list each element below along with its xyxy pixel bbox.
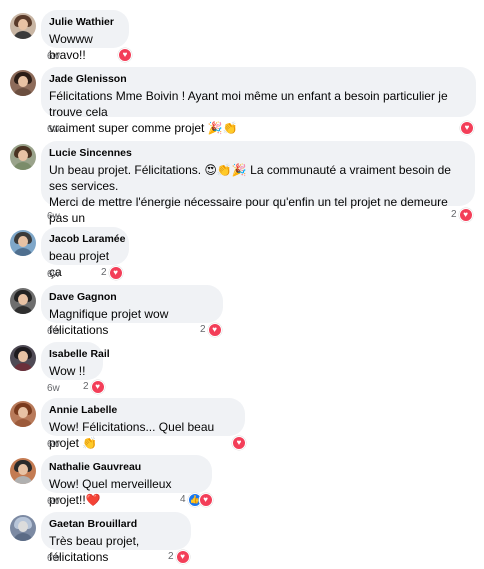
reaction-summary[interactable]: 2 ♥: [200, 323, 222, 337]
comment-text: Magnifique projet wow félicitations: [49, 307, 169, 337]
comment-time[interactable]: 6w: [47, 51, 60, 63]
reaction-summary[interactable]: 2 ♥: [83, 380, 105, 394]
heart-reaction-icon: ♥: [118, 48, 132, 62]
comment-item: Isabelle Rail Wow !! 6w 2 ♥: [0, 342, 484, 397]
comment-bubble: Annie Labelle Wow! Félicitations... Quel…: [41, 398, 245, 450]
avatar[interactable]: [10, 70, 36, 96]
reaction-summary[interactable]: 2 ♥: [168, 550, 190, 564]
avatar[interactable]: [10, 230, 36, 256]
reaction-summary[interactable]: 4 👍 ♥: [180, 493, 213, 507]
comment-item: Jacob Laramée beau projet ça 6w 2 ♥: [0, 227, 484, 282]
comment-item: Jade Glenisson Félicitations Mme Boivin …: [0, 67, 484, 137]
comment-bubble: Lucie Sincennes Un beau projet. Félicita…: [41, 141, 475, 241]
reaction-summary[interactable]: 2 ♥: [451, 208, 473, 222]
comment-author[interactable]: Jacob Laramée: [49, 233, 125, 246]
heart-reaction-icon: ♥: [175, 550, 190, 564]
reaction-count: 2: [101, 267, 107, 278]
heart-reaction-icon: ♥: [198, 493, 213, 507]
comment-author[interactable]: Annie Labelle: [49, 404, 235, 417]
comment-item: Annie Labelle Wow! Félicitations... Quel…: [0, 398, 484, 453]
heart-reaction-icon: ♥: [460, 121, 474, 135]
reaction-summary[interactable]: 2 ♥: [101, 266, 123, 280]
comment-author[interactable]: Isabelle Rail: [49, 348, 110, 361]
comment-time[interactable]: 6w: [47, 211, 60, 223]
comment-item: Lucie Sincennes Un beau projet. Félicita…: [0, 141, 484, 241]
reaction-count: 2: [451, 209, 457, 220]
comment-bubble: Dave Gagnon Magnifique projet wow félici…: [41, 285, 223, 337]
comment-time[interactable]: 6w: [47, 439, 60, 451]
comment-bubble: Gaetan Brouillard Très beau projet, féli…: [41, 512, 191, 564]
comment-time[interactable]: 6w: [47, 269, 60, 281]
avatar[interactable]: [10, 288, 36, 314]
comment-author[interactable]: Jade Glenisson: [49, 73, 466, 86]
comment-item: Julie Wathier Wowww bravo!! 6w ♥: [0, 10, 484, 65]
comment-author[interactable]: Julie Wathier: [49, 16, 119, 29]
comment-time[interactable]: 6w: [47, 496, 60, 508]
comment-item: Nathalie Gauvreau Wow! Quel merveilleux …: [0, 455, 484, 510]
comment-bubble: Jacob Laramée beau projet ça: [41, 227, 129, 279]
avatar[interactable]: [10, 345, 36, 371]
comment-bubble: Isabelle Rail Wow !!: [41, 342, 110, 380]
avatar[interactable]: [10, 401, 36, 427]
avatar[interactable]: [10, 515, 36, 541]
comment-author[interactable]: Nathalie Gauvreau: [49, 461, 202, 474]
heart-reaction-icon: ♥: [207, 323, 222, 337]
reaction-summary[interactable]: ♥: [118, 48, 132, 62]
reaction-count: 2: [200, 324, 206, 335]
reaction-count: 4: [180, 494, 186, 505]
comment-text: Félicitations Mme Boivin ! Ayant moi mêm…: [49, 89, 448, 135]
heart-reaction-icon: ♥: [232, 436, 246, 450]
comment-bubble: Jade Glenisson Félicitations Mme Boivin …: [41, 67, 476, 135]
comment-author[interactable]: Dave Gagnon: [49, 291, 213, 304]
heart-reaction-icon: ♥: [108, 266, 123, 280]
comment-item: Dave Gagnon Magnifique projet wow félici…: [0, 285, 484, 340]
heart-reaction-icon: ♥: [458, 208, 473, 222]
comment-author[interactable]: Gaetan Brouillard: [49, 518, 181, 531]
avatar[interactable]: [10, 458, 36, 484]
reaction-summary[interactable]: ♥: [460, 121, 474, 135]
reaction-summary[interactable]: ♥: [232, 436, 246, 450]
comment-time[interactable]: 6w: [47, 553, 60, 565]
comment-author[interactable]: Lucie Sincennes: [49, 147, 465, 160]
comment-text: Wow! Félicitations... Quel beau projet 👏: [49, 420, 215, 450]
comment-time[interactable]: 6w: [47, 326, 60, 338]
comment-bubble: Nathalie Gauvreau Wow! Quel merveilleux …: [41, 455, 212, 507]
reaction-count: 2: [168, 551, 174, 562]
comment-item: Gaetan Brouillard Très beau projet, féli…: [0, 512, 484, 567]
avatar[interactable]: [10, 144, 36, 170]
comment-text: Wow !!: [49, 364, 86, 378]
avatar[interactable]: [10, 13, 36, 39]
comment-time[interactable]: 6w: [47, 124, 60, 136]
heart-reaction-icon: ♥: [90, 380, 105, 394]
comment-text: Très beau projet, félicitations: [49, 534, 140, 564]
comment-time[interactable]: 6w: [47, 383, 60, 395]
reaction-count: 2: [83, 381, 89, 392]
comment-bubble: Julie Wathier Wowww bravo!!: [41, 10, 129, 62]
